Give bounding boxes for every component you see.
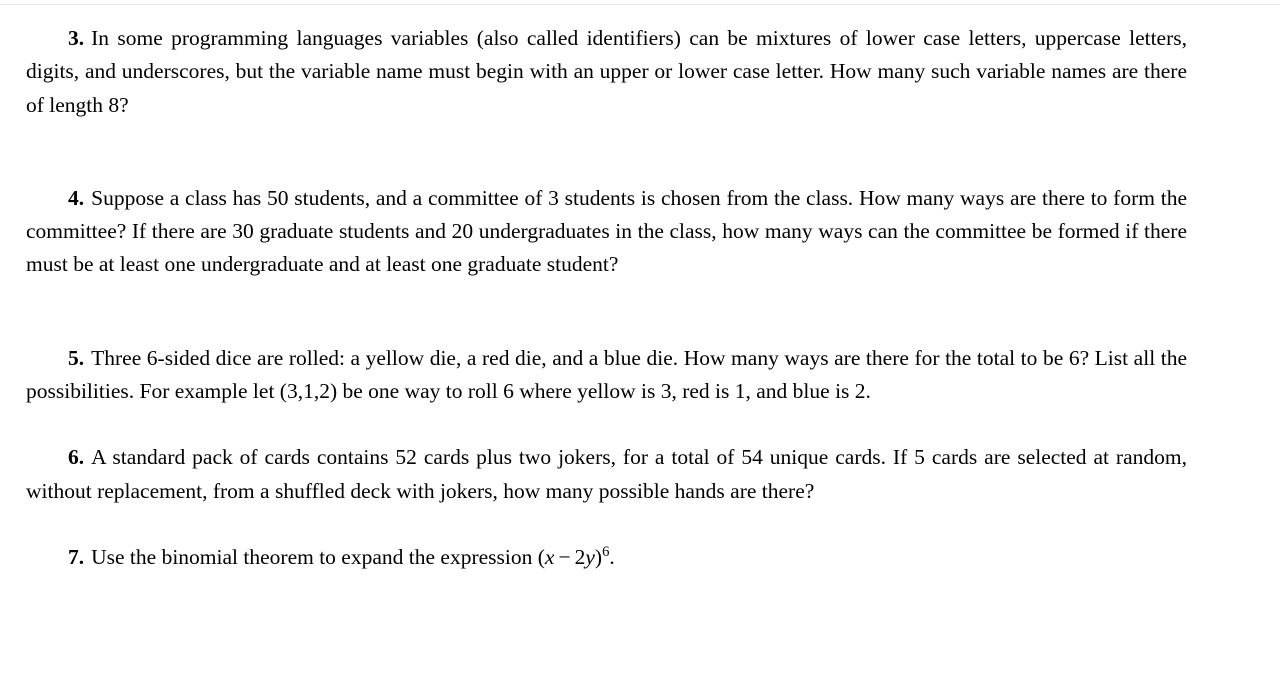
problem-text-4: Suppose a class has 50 students, and a c… bbox=[26, 185, 1187, 277]
problem-text-7: Use the binomial theorem to expand the e… bbox=[91, 544, 538, 569]
math-variable-y: y bbox=[585, 544, 595, 569]
problem-number-5: 5. bbox=[68, 345, 85, 370]
document-page: 3. In some programming languages variable… bbox=[0, 0, 1280, 687]
math-coefficient: 2 bbox=[574, 544, 586, 569]
problem-item-4: 4. Suppose a class has 50 students, and a… bbox=[26, 182, 1187, 282]
problem-number-6: 6. bbox=[68, 445, 85, 470]
problem-item-6: 6. A standard pack of cards contains 52 c… bbox=[26, 441, 1187, 508]
problem-list: 3. In some programming languages variable… bbox=[26, 22, 1187, 574]
problem-number-4: 4. bbox=[68, 185, 85, 210]
math-expression-binomial: (x −2y)6 bbox=[538, 545, 610, 569]
math-close-paren: ) bbox=[594, 544, 603, 569]
problem-item-3: 3. In some programming languages variable… bbox=[26, 22, 1187, 122]
problem-number-3: 3. bbox=[68, 26, 85, 50]
problem-item-7: 7. Use the binomial theorem to expand the… bbox=[26, 541, 1187, 574]
page-top-rule bbox=[0, 4, 1280, 5]
problem-item-5: 5. Three 6-sided dice are rolled: a yello… bbox=[26, 342, 1187, 409]
math-operator-minus: − bbox=[558, 544, 571, 569]
problem-text-7-end: . bbox=[609, 544, 615, 569]
problem-text-3: In some programming languages variables … bbox=[26, 26, 1187, 117]
problem-number-7: 7. bbox=[68, 544, 85, 569]
math-open-paren: ( bbox=[537, 544, 545, 569]
problem-text-5: Three 6-sided dice are rolled: a yellow … bbox=[26, 345, 1187, 404]
problem-text-6: A standard pack of cards contains 52 car… bbox=[26, 445, 1187, 503]
